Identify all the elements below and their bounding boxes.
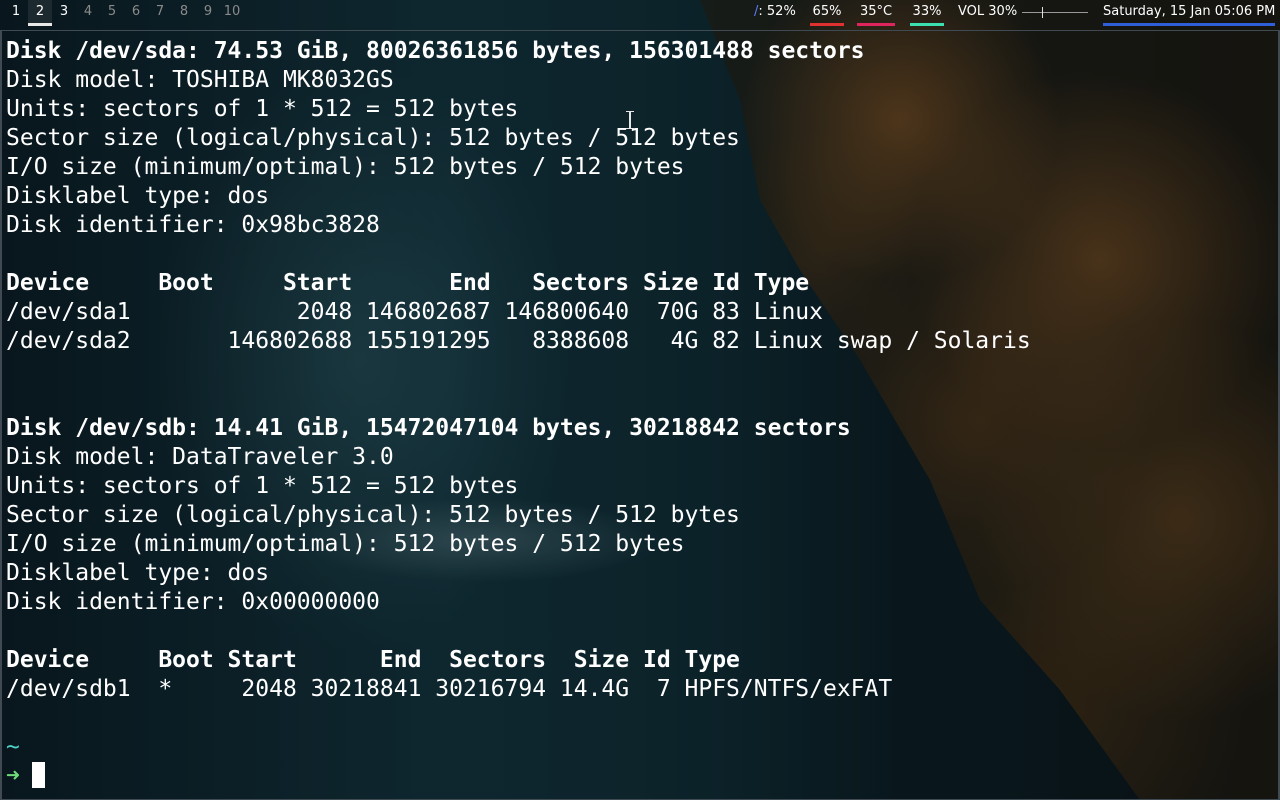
terminal-line: Disk identifier: 0x00000000 — [6, 589, 380, 615]
terminal-line: /dev/sda1 2048 146802687 146800640 70G 8… — [6, 299, 823, 325]
terminal-output: Disk /dev/sda: 74.53 GiB, 80026361856 by… — [6, 37, 1031, 791]
terminal-line: Disk /dev/sda: 74.53 GiB, 80026361856 by… — [6, 38, 865, 64]
terminal-line: Disk identifier: 0x98bc3828 — [6, 212, 380, 238]
disk-usage: 33% — [910, 0, 944, 26]
terminal-line: I/O size (minimum/optimal): 512 bytes / … — [6, 154, 685, 180]
workspace-switcher: 1 2 3 4 5 6 7 8 9 10 — [4, 0, 244, 26]
terminal-line: Disk /dev/sdb: 14.41 GiB, 15472047104 by… — [6, 415, 851, 441]
text-cursor — [31, 762, 45, 788]
workspace-7[interactable]: 7 — [148, 0, 172, 26]
workspace-4[interactable]: 4 — [76, 0, 100, 26]
desktop: 1 2 3 4 5 6 7 8 9 10 /: 52% 65% 35°C 33% VOL 30% … — [0, 0, 1280, 800]
terminal-line: /dev/sda2 146802688 155191295 8388608 4G… — [6, 328, 1031, 354]
disk-indicator-bar — [910, 23, 944, 26]
terminal-line: Disk model: DataTraveler 3.0 — [6, 444, 394, 470]
workspace-2[interactable]: 2 — [28, 0, 52, 26]
workspace-1[interactable]: 1 — [4, 0, 28, 26]
clock-indicator-bar — [1103, 23, 1275, 26]
command-line[interactable]: ➜ — [6, 762, 1031, 791]
memory-indicator-bar — [810, 23, 844, 26]
cpu-usage: /: 52% — [754, 4, 796, 19]
clock[interactable]: Saturday, 15 Jan 05:06 PM — [1103, 0, 1275, 26]
workspace-6[interactable]: 6 — [124, 0, 148, 26]
mouse-ibeam-cursor — [626, 111, 634, 129]
terminal-window[interactable]: Disk /dev/sda: 74.53 GiB, 80026361856 by… — [0, 30, 1280, 800]
terminal-line: Sector size (logical/physical): 512 byte… — [6, 125, 740, 151]
terminal-line: Disk model: TOSHIBA MK8032GS — [6, 67, 394, 93]
terminal-line: Units: sectors of 1 * 512 = 512 bytes — [6, 96, 519, 122]
workspace-9[interactable]: 9 — [196, 0, 220, 26]
volume-label: VOL 30% — [958, 4, 1018, 19]
workspace-5[interactable]: 5 — [100, 0, 124, 26]
terminal-line: Device Boot Start End Sectors Size Id Ty… — [6, 647, 740, 673]
workspace-8[interactable]: 8 — [172, 0, 196, 26]
prompt-arrow-icon: ➜ — [6, 763, 20, 789]
status-bar: 1 2 3 4 5 6 7 8 9 10 /: 52% 65% 35°C 33% VOL 30% … — [0, 0, 1280, 26]
terminal-line: Units: sectors of 1 * 512 = 512 bytes — [6, 473, 519, 499]
volume-slider[interactable] — [1022, 7, 1088, 18]
cpu-temperature: 35°C — [857, 0, 895, 26]
workspace-10[interactable]: 10 — [220, 0, 244, 26]
terminal-line: /dev/sdb1 * 2048 30218841 30216794 14.4G… — [6, 676, 893, 702]
workspace-3[interactable]: 3 — [52, 0, 76, 26]
terminal-line: Sector size (logical/physical): 512 byte… — [6, 502, 740, 528]
terminal-line: Device Boot Start End Sectors Size Id Ty… — [6, 270, 810, 296]
prompt-cwd: ~ — [6, 734, 20, 760]
temperature-indicator-bar — [857, 23, 895, 26]
terminal-line: Disklabel type: dos — [6, 183, 270, 209]
volume-slider-knob[interactable] — [1041, 7, 1043, 18]
memory-usage: 65% — [810, 0, 844, 26]
terminal-line: I/O size (minimum/optimal): 512 bytes / … — [6, 531, 685, 557]
terminal-line: Disklabel type: dos — [6, 560, 270, 586]
